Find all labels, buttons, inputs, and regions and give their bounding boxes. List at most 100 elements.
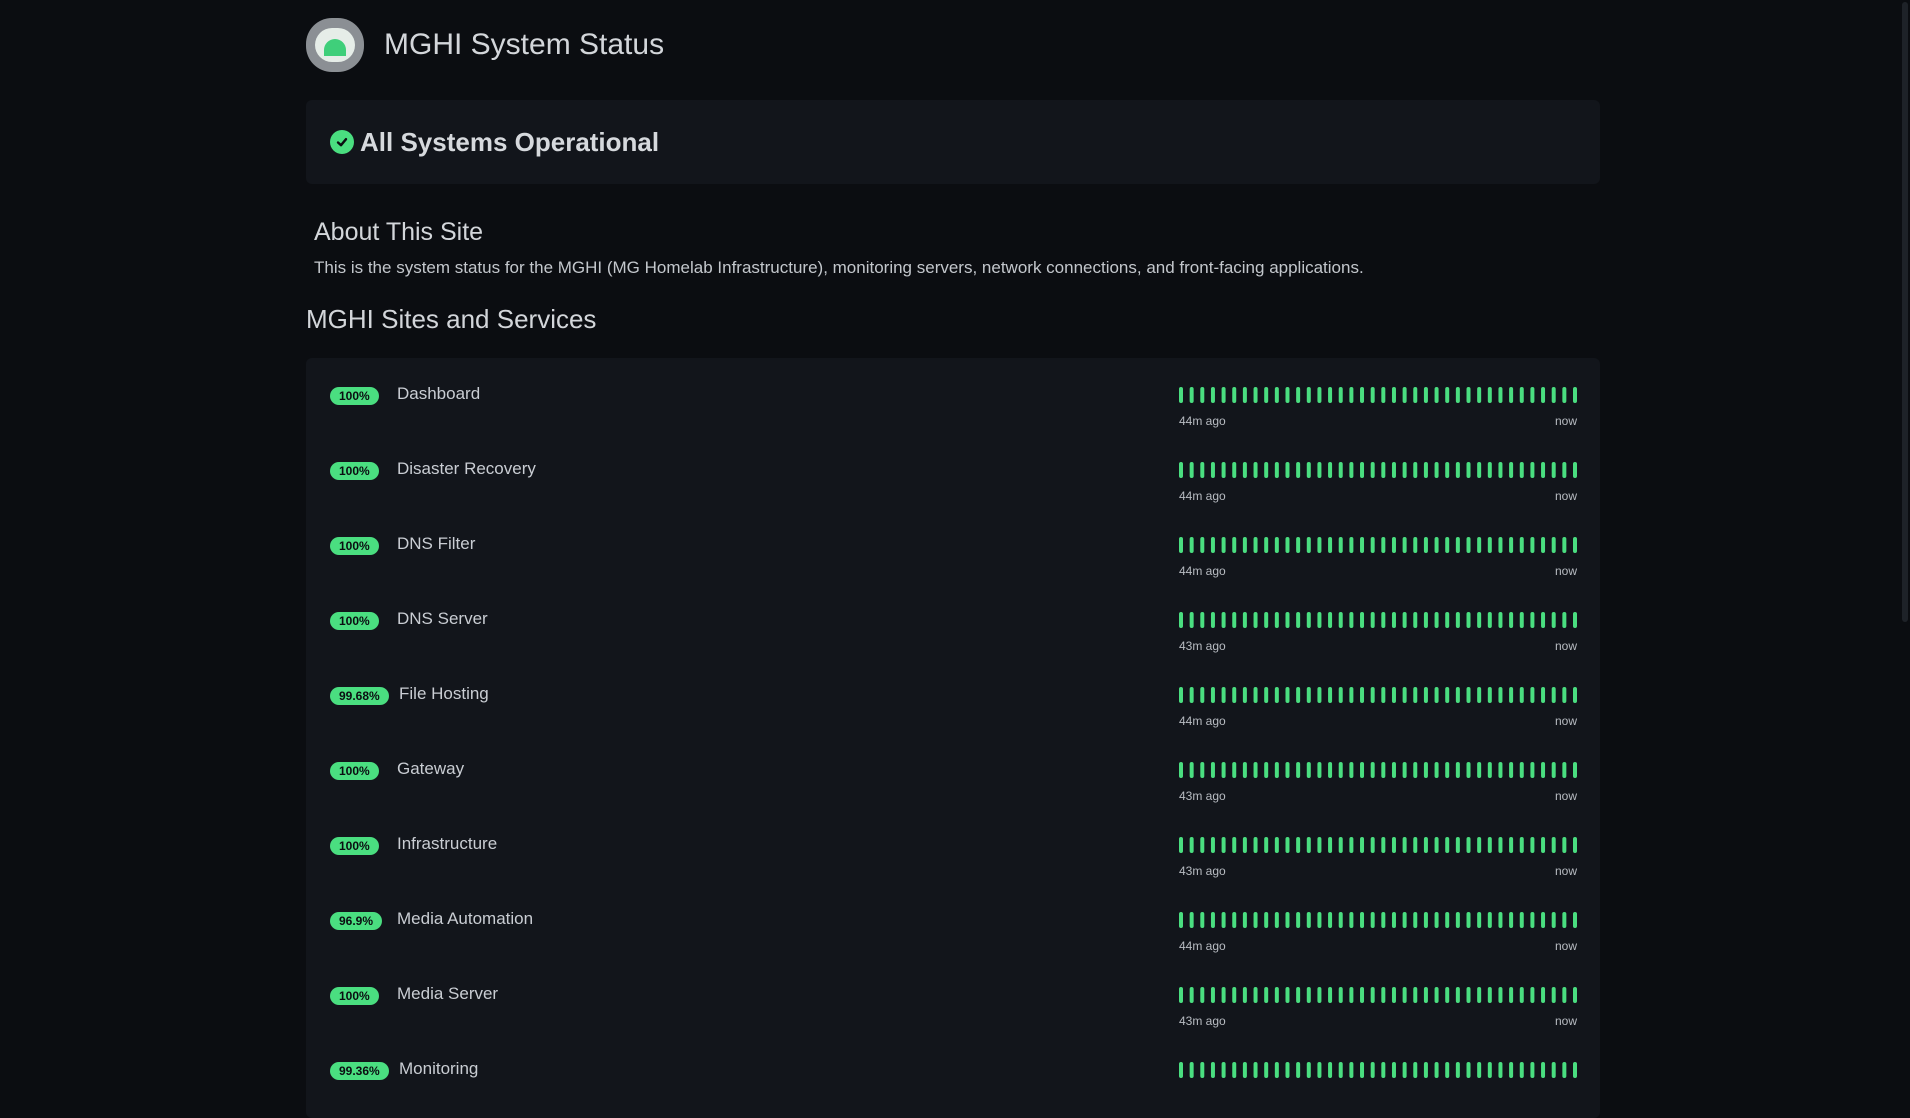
heartbeat-bar[interactable]	[1328, 462, 1333, 478]
service-row[interactable]: 100% DNS Server 43m ago now	[306, 583, 1600, 658]
service-row[interactable]: 100% Dashboard 44m ago now	[306, 358, 1600, 433]
heartbeat-bar[interactable]	[1455, 762, 1460, 778]
heartbeat-bar[interactable]	[1487, 837, 1492, 853]
heartbeat-bar[interactable]	[1253, 462, 1258, 478]
heartbeat-bar[interactable]	[1200, 387, 1205, 403]
heartbeat-bar[interactable]	[1360, 387, 1365, 403]
heartbeat-bar[interactable]	[1530, 912, 1535, 928]
heartbeat-bar[interactable]	[1541, 687, 1546, 703]
heartbeat-bar[interactable]	[1413, 462, 1418, 478]
heartbeat-bar[interactable]	[1477, 462, 1482, 478]
heartbeat-bar[interactable]	[1189, 762, 1194, 778]
heartbeat-bar[interactable]	[1210, 687, 1215, 703]
heartbeat-bar[interactable]	[1519, 687, 1524, 703]
heartbeat-bar[interactable]	[1274, 387, 1279, 403]
page-scrollbar[interactable]	[1898, 0, 1910, 1079]
heartbeat-bar[interactable]	[1381, 837, 1386, 853]
heartbeat-bar[interactable]	[1455, 612, 1460, 628]
service-name[interactable]: Media Server	[397, 984, 498, 1004]
heartbeat-bar[interactable]	[1370, 837, 1375, 853]
heartbeat-bar[interactable]	[1253, 762, 1258, 778]
heartbeat-bar[interactable]	[1445, 537, 1450, 553]
heartbeat-bar[interactable]	[1200, 1062, 1205, 1078]
heartbeat-bar[interactable]	[1423, 912, 1428, 928]
heartbeat-bar[interactable]	[1360, 687, 1365, 703]
heartbeat-bar[interactable]	[1232, 612, 1237, 628]
heartbeat-bar[interactable]	[1530, 1062, 1535, 1078]
heartbeat-bar[interactable]	[1541, 1062, 1546, 1078]
heartbeat-bar[interactable]	[1413, 1062, 1418, 1078]
heartbeat-bar[interactable]	[1200, 687, 1205, 703]
heartbeat-bar[interactable]	[1519, 912, 1524, 928]
heartbeat-bar[interactable]	[1530, 462, 1535, 478]
heartbeat-bar[interactable]	[1434, 387, 1439, 403]
service-row[interactable]: 100% Disaster Recovery 44m ago now	[306, 433, 1600, 508]
heartbeat-bar[interactable]	[1179, 612, 1183, 628]
heartbeat-bar[interactable]	[1232, 987, 1237, 1003]
heartbeat-bar[interactable]	[1381, 612, 1386, 628]
heartbeat-bar[interactable]	[1541, 912, 1546, 928]
heartbeat-bar[interactable]	[1189, 387, 1194, 403]
heartbeat-bar[interactable]	[1296, 912, 1301, 928]
heartbeat-bar[interactable]	[1391, 762, 1396, 778]
heartbeat-bar[interactable]	[1530, 537, 1535, 553]
heartbeat-bar[interactable]	[1274, 462, 1279, 478]
heartbeat-bar[interactable]	[1274, 762, 1279, 778]
heartbeat-bar[interactable]	[1498, 687, 1503, 703]
heartbeat-bar[interactable]	[1274, 837, 1279, 853]
heartbeat-bar[interactable]	[1573, 612, 1577, 628]
heartbeat-bar[interactable]	[1349, 612, 1354, 628]
heartbeat-bar[interactable]	[1423, 1062, 1428, 1078]
heartbeat-bar[interactable]	[1179, 762, 1183, 778]
heartbeat-bar[interactable]	[1189, 912, 1194, 928]
heartbeat-bar[interactable]	[1509, 762, 1514, 778]
heartbeat-bar[interactable]	[1402, 987, 1407, 1003]
heartbeat-bar[interactable]	[1562, 987, 1567, 1003]
heartbeat-bar[interactable]	[1455, 687, 1460, 703]
heartbeat-bar[interactable]	[1285, 1062, 1290, 1078]
heartbeat-bar[interactable]	[1189, 1062, 1194, 1078]
heartbeat-bar[interactable]	[1221, 837, 1226, 853]
heartbeat-bar[interactable]	[1423, 687, 1428, 703]
heartbeat-bar[interactable]	[1455, 837, 1460, 853]
heartbeat-bar[interactable]	[1338, 837, 1343, 853]
heartbeat-bar[interactable]	[1232, 687, 1237, 703]
heartbeat-bar[interactable]	[1179, 912, 1183, 928]
heartbeat-bar[interactable]	[1402, 537, 1407, 553]
heartbeat-bar[interactable]	[1328, 387, 1333, 403]
heartbeat-bar[interactable]	[1487, 462, 1492, 478]
heartbeat-bar[interactable]	[1264, 387, 1269, 403]
heartbeat-bar[interactable]	[1221, 987, 1226, 1003]
heartbeat-bar[interactable]	[1200, 912, 1205, 928]
service-name[interactable]: Monitoring	[399, 1059, 478, 1079]
heartbeat-bar[interactable]	[1306, 462, 1311, 478]
heartbeat-bar[interactable]	[1391, 612, 1396, 628]
heartbeat-bar[interactable]	[1541, 762, 1546, 778]
heartbeat-bar[interactable]	[1232, 762, 1237, 778]
heartbeat-bar[interactable]	[1264, 837, 1269, 853]
heartbeat-bar[interactable]	[1179, 837, 1183, 853]
heartbeat-bar[interactable]	[1338, 462, 1343, 478]
service-name[interactable]: Disaster Recovery	[397, 459, 536, 479]
heartbeat-bar[interactable]	[1423, 387, 1428, 403]
heartbeat-bar[interactable]	[1210, 762, 1215, 778]
heartbeat-bar[interactable]	[1455, 537, 1460, 553]
heartbeat-bar[interactable]	[1562, 762, 1567, 778]
heartbeat-bar[interactable]	[1551, 387, 1556, 403]
heartbeat-bar[interactable]	[1370, 987, 1375, 1003]
scrollbar-thumb[interactable]	[1902, 2, 1908, 622]
heartbeat-bar[interactable]	[1338, 612, 1343, 628]
heartbeat-bar[interactable]	[1242, 837, 1247, 853]
heartbeat-bar[interactable]	[1530, 762, 1535, 778]
heartbeat-bar[interactable]	[1519, 987, 1524, 1003]
heartbeat-bar[interactable]	[1541, 987, 1546, 1003]
heartbeat-bar[interactable]	[1541, 612, 1546, 628]
heartbeat-bar[interactable]	[1306, 987, 1311, 1003]
heartbeat-bar[interactable]	[1509, 537, 1514, 553]
heartbeat-bar[interactable]	[1349, 687, 1354, 703]
heartbeat-bar[interactable]	[1221, 387, 1226, 403]
heartbeat-bar[interactable]	[1466, 987, 1471, 1003]
heartbeat-bar[interactable]	[1274, 987, 1279, 1003]
heartbeat-bar[interactable]	[1477, 912, 1482, 928]
heartbeat-bar[interactable]	[1466, 837, 1471, 853]
